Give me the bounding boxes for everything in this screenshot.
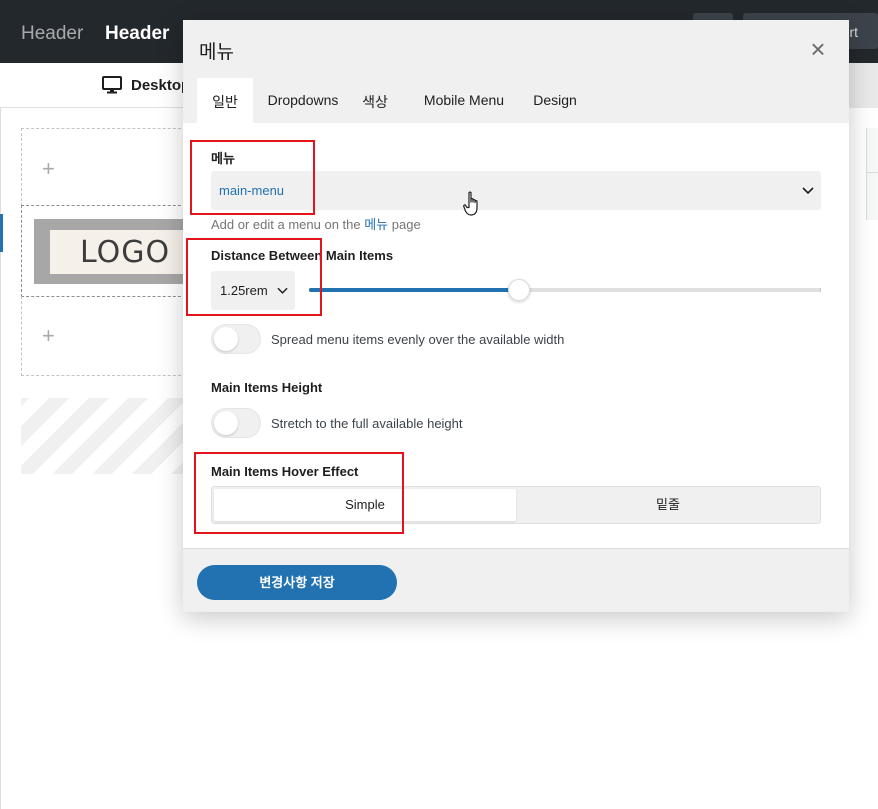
add-element-icon[interactable]: +	[42, 156, 55, 182]
tab-mobile-menu[interactable]: Mobile Menu	[422, 78, 506, 123]
tab-design[interactable]: Design	[533, 78, 577, 123]
logo-text: LOGO	[80, 235, 171, 270]
toggle-knob	[214, 327, 238, 351]
help-suffix: page	[388, 217, 421, 232]
right-panel-divider	[866, 172, 878, 173]
modal-footer: 변경사항 저장	[183, 548, 849, 612]
distance-slider[interactable]	[309, 279, 821, 301]
distance-slider-thumb[interactable]	[508, 279, 530, 301]
annotation-box-distance	[186, 238, 322, 316]
close-icon[interactable]: ×	[806, 36, 830, 62]
hover-option-underline[interactable]: 밑줄	[518, 489, 818, 521]
row-selected-indicator	[0, 214, 3, 252]
spread-items-toggle[interactable]	[211, 324, 261, 354]
placeholder-area	[21, 398, 191, 474]
tab-colors[interactable]: 색상	[355, 78, 395, 123]
desktop-icon[interactable]	[102, 76, 122, 94]
toggle-knob	[214, 411, 238, 435]
annotation-box-hover	[194, 452, 404, 534]
tab-dropdowns[interactable]: Dropdowns	[267, 78, 339, 123]
stretch-height-label: Stretch to the full available height	[271, 416, 463, 431]
breadcrumb[interactable]: Header	[21, 23, 83, 45]
annotation-box-menu	[190, 140, 315, 215]
save-changes-button[interactable]: 변경사항 저장	[197, 565, 397, 600]
add-element-icon[interactable]: +	[42, 323, 55, 349]
device-bar-right	[848, 63, 878, 108]
page-title: Header	[105, 23, 170, 44]
distance-slider-fill	[309, 288, 519, 292]
chevron-down-icon	[802, 187, 814, 195]
height-field-label: Main Items Height	[211, 380, 323, 395]
right-side-panel	[866, 128, 878, 220]
header-row-top[interactable]: +	[21, 128, 191, 206]
stretch-height-toggle[interactable]	[211, 408, 261, 438]
device-label[interactable]: Desktop	[131, 77, 190, 94]
toolbar-action-label: rt	[849, 24, 858, 40]
spread-items-label: Spread menu items evenly over the availa…	[271, 332, 565, 347]
menus-page-link[interactable]: 메뉴	[364, 217, 388, 232]
tab-general[interactable]: 일반	[197, 78, 253, 123]
hand-pointer-icon	[463, 191, 478, 216]
window-edge	[0, 63, 1, 809]
header-row-bottom[interactable]: +	[21, 296, 191, 376]
modal-title: 메뉴	[199, 42, 234, 63]
menu-help-text: Add or edit a menu on the 메뉴 page	[211, 214, 421, 233]
help-prefix: Add or edit a menu on the	[211, 217, 365, 232]
